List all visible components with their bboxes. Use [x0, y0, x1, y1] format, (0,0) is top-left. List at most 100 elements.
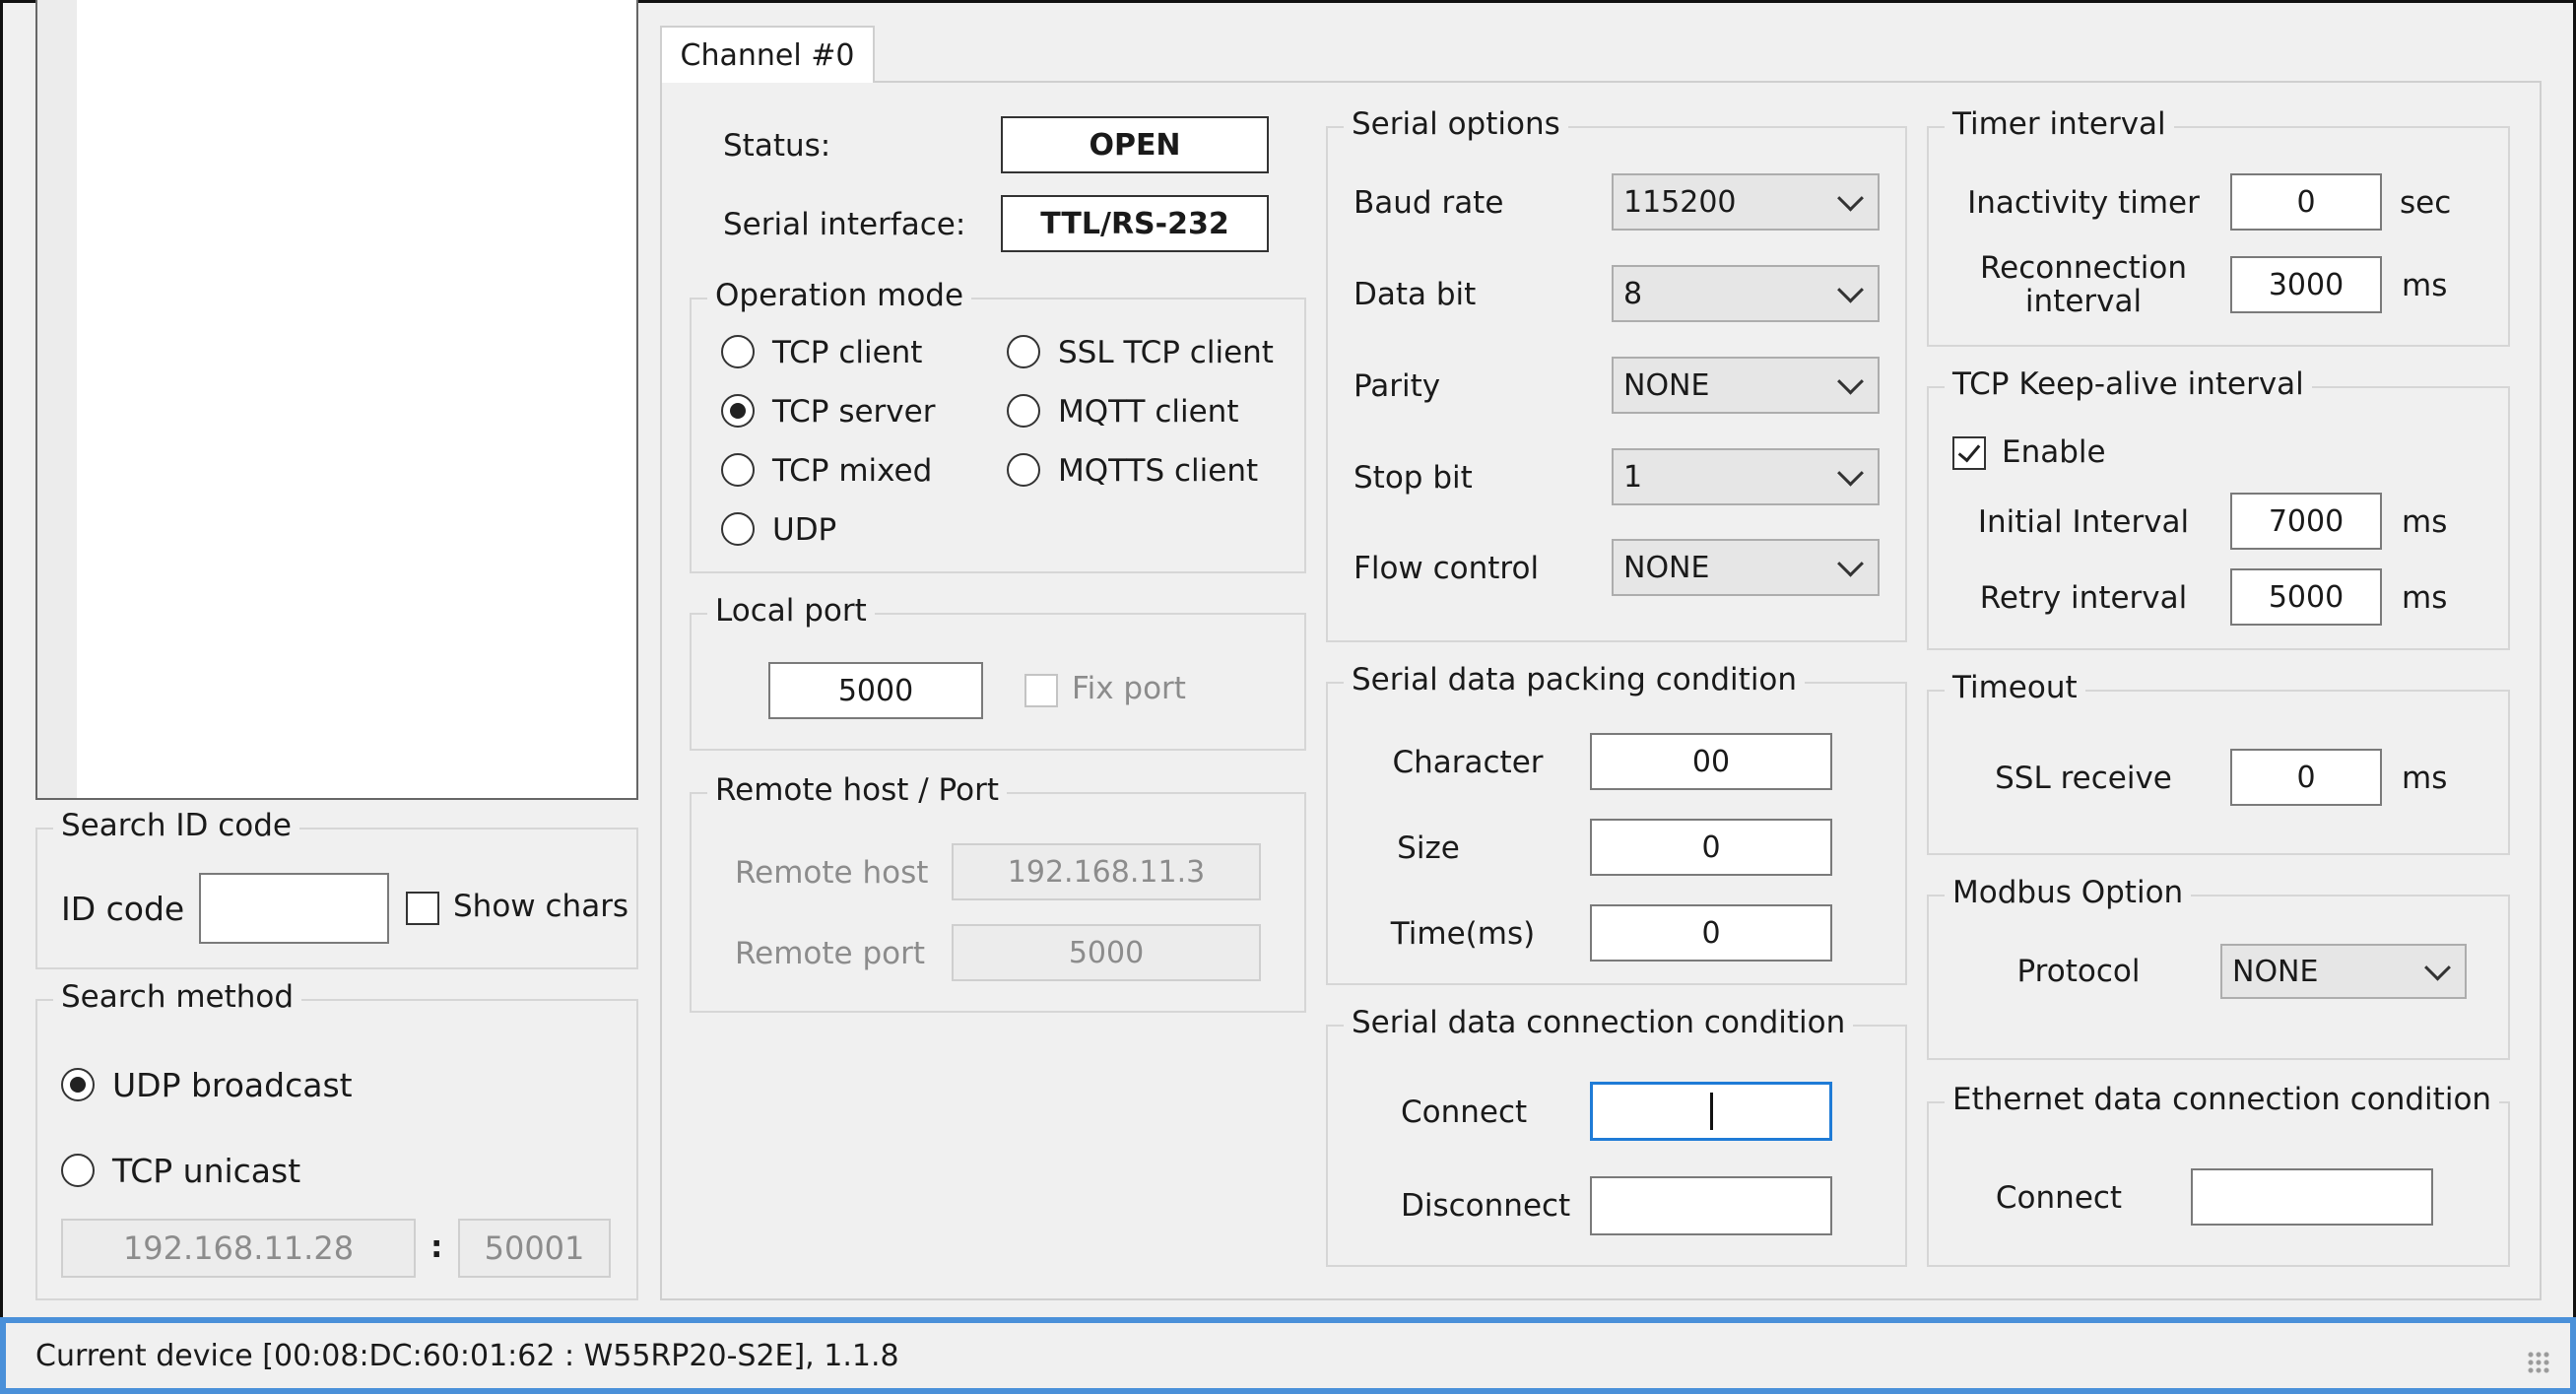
packing-condition-legend: Serial data packing condition	[1344, 662, 1806, 697]
keepalive-legend: TCP Keep-alive interval	[1945, 366, 2312, 402]
tcp-server-label: TCP server	[772, 394, 936, 430]
chevron-down-icon	[1837, 550, 1864, 577]
size-input[interactable]: 0	[1590, 819, 1832, 876]
udp-label: UDP	[772, 512, 837, 548]
unicast-ip-input[interactable]: 192.168.11.28	[61, 1219, 416, 1278]
modbus-legend: Modbus Option	[1945, 875, 2192, 910]
tcp-server-radio[interactable]	[721, 394, 755, 428]
stop-bit-value: 1	[1623, 459, 1643, 495]
mqtts-client-label: MQTTS client	[1058, 453, 1259, 489]
time-label: Time(ms)	[1390, 916, 1536, 952]
retry-interval-input[interactable]: 5000	[2230, 568, 2382, 626]
chevron-down-icon	[1837, 367, 1864, 395]
mqtts-client-radio[interactable]	[1007, 453, 1040, 487]
reconnection-label-line1: Reconnection	[1979, 250, 2188, 286]
tcp-unicast-radio[interactable]	[61, 1154, 95, 1187]
timeout-legend: Timeout	[1945, 670, 2085, 705]
character-input[interactable]: 00	[1590, 733, 1832, 790]
baud-rate-value: 115200	[1623, 184, 1737, 220]
initial-interval-input[interactable]: 7000	[2230, 493, 2382, 550]
parity-dropdown[interactable]: NONE	[1612, 357, 1880, 414]
stop-bit-label: Stop bit	[1354, 460, 1473, 496]
unicast-port-input[interactable]: 50001	[458, 1219, 611, 1278]
udp-broadcast-radio[interactable]	[61, 1068, 95, 1101]
tcp-client-radio[interactable]	[721, 335, 755, 368]
mqtt-client-radio[interactable]	[1007, 394, 1040, 428]
flow-control-value: NONE	[1623, 550, 1710, 585]
ssl-tcp-client-label: SSL TCP client	[1058, 335, 1274, 370]
character-label: Character	[1392, 745, 1544, 780]
serial-interface-value: TTL/RS-232	[1001, 195, 1269, 252]
remote-host-label: Remote host	[735, 855, 929, 891]
serial-interface-label: Serial interface:	[723, 207, 966, 242]
reconnection-interval-input[interactable]: 3000	[2230, 256, 2382, 313]
ssl-receive-unit: ms	[2402, 761, 2448, 796]
data-bit-label: Data bit	[1354, 277, 1477, 312]
data-bit-dropdown[interactable]: 8	[1612, 265, 1880, 322]
baud-rate-dropdown[interactable]: 115200	[1612, 173, 1880, 231]
keepalive-enable-label: Enable	[2002, 434, 2106, 470]
remote-host-legend: Remote host / Port	[707, 772, 1007, 808]
udp-radio[interactable]	[721, 512, 755, 546]
serial-options-legend: Serial options	[1344, 106, 1568, 142]
timer-interval-legend: Timer interval	[1945, 106, 2174, 142]
flow-control-label: Flow control	[1354, 551, 1540, 586]
retry-interval-unit: ms	[2402, 580, 2448, 616]
initial-interval-unit: ms	[2402, 504, 2448, 540]
device-list[interactable]	[35, 0, 638, 800]
status-value: OPEN	[1001, 116, 1269, 173]
id-code-input[interactable]	[199, 873, 389, 944]
serial-disconnect-input[interactable]	[1590, 1176, 1832, 1235]
resize-grip-icon[interactable]	[2527, 1351, 2550, 1374]
ssl-tcp-client-radio[interactable]	[1007, 335, 1040, 368]
retry-interval-label: Retry interval	[1979, 580, 2188, 616]
ssl-receive-input[interactable]: 0	[2230, 749, 2382, 806]
operation-mode-legend: Operation mode	[707, 278, 972, 313]
initial-interval-label: Initial Interval	[1977, 504, 2190, 540]
serial-connect-label: Connect	[1401, 1095, 1528, 1130]
current-device-text: Current device [00:08:DC:60:01:62 : W55R…	[35, 1338, 899, 1373]
reconnection-unit: ms	[2402, 268, 2448, 303]
tcp-mixed-radio[interactable]	[721, 453, 755, 487]
chevron-down-icon	[1837, 184, 1864, 212]
remote-port-input[interactable]: 5000	[952, 924, 1261, 981]
mqtt-client-label: MQTT client	[1058, 394, 1239, 430]
status-label: Status:	[723, 128, 831, 164]
keepalive-enable-checkbox[interactable]	[1952, 436, 1986, 470]
stop-bit-dropdown[interactable]: 1	[1612, 448, 1880, 505]
chevron-down-icon	[1837, 459, 1864, 487]
reconnection-label-line2: interval	[2024, 284, 2143, 319]
udp-broadcast-label: UDP broadcast	[112, 1066, 353, 1104]
flow-control-dropdown[interactable]: NONE	[1612, 539, 1880, 596]
show-chars-checkbox[interactable]	[406, 892, 439, 925]
serial-connect-input[interactable]	[1590, 1082, 1832, 1141]
search-method-legend: Search method	[53, 979, 302, 1015]
search-id-legend: Search ID code	[53, 808, 299, 843]
inactivity-timer-input[interactable]: 0	[2230, 173, 2382, 231]
local-port-input[interactable]: 5000	[768, 662, 983, 719]
inactivity-unit: sec	[2400, 185, 2452, 221]
show-chars-label: Show chars	[453, 889, 629, 924]
ssl-receive-label: SSL receive	[1995, 761, 2172, 796]
chevron-down-icon	[2424, 954, 2451, 981]
local-port-legend: Local port	[707, 593, 875, 629]
tcp-client-label: TCP client	[772, 335, 923, 370]
ip-port-separator: :	[430, 1229, 443, 1265]
tab-channel-0[interactable]: Channel #0	[660, 26, 875, 83]
chevron-down-icon	[1837, 276, 1864, 303]
ethernet-connection-legend: Ethernet data connection condition	[1945, 1082, 2500, 1117]
protocol-dropdown[interactable]: NONE	[2220, 944, 2467, 999]
time-input[interactable]: 0	[1590, 904, 1832, 962]
serial-connection-legend: Serial data connection condition	[1344, 1005, 1854, 1040]
parity-value: NONE	[1623, 367, 1710, 403]
ethernet-connect-label: Connect	[1995, 1180, 2123, 1216]
ethernet-connect-input[interactable]	[2191, 1168, 2433, 1226]
status-bar: Current device [00:08:DC:60:01:62 : W55R…	[0, 1317, 2576, 1394]
device-list-gutter	[37, 0, 77, 798]
fix-port-checkbox[interactable]	[1024, 674, 1058, 707]
remote-host-input[interactable]: 192.168.11.3	[952, 843, 1261, 900]
tcp-mixed-label: TCP mixed	[772, 453, 933, 489]
text-caret	[1709, 1093, 1713, 1130]
id-code-label: ID code	[61, 890, 185, 928]
remote-port-label: Remote port	[735, 936, 926, 971]
